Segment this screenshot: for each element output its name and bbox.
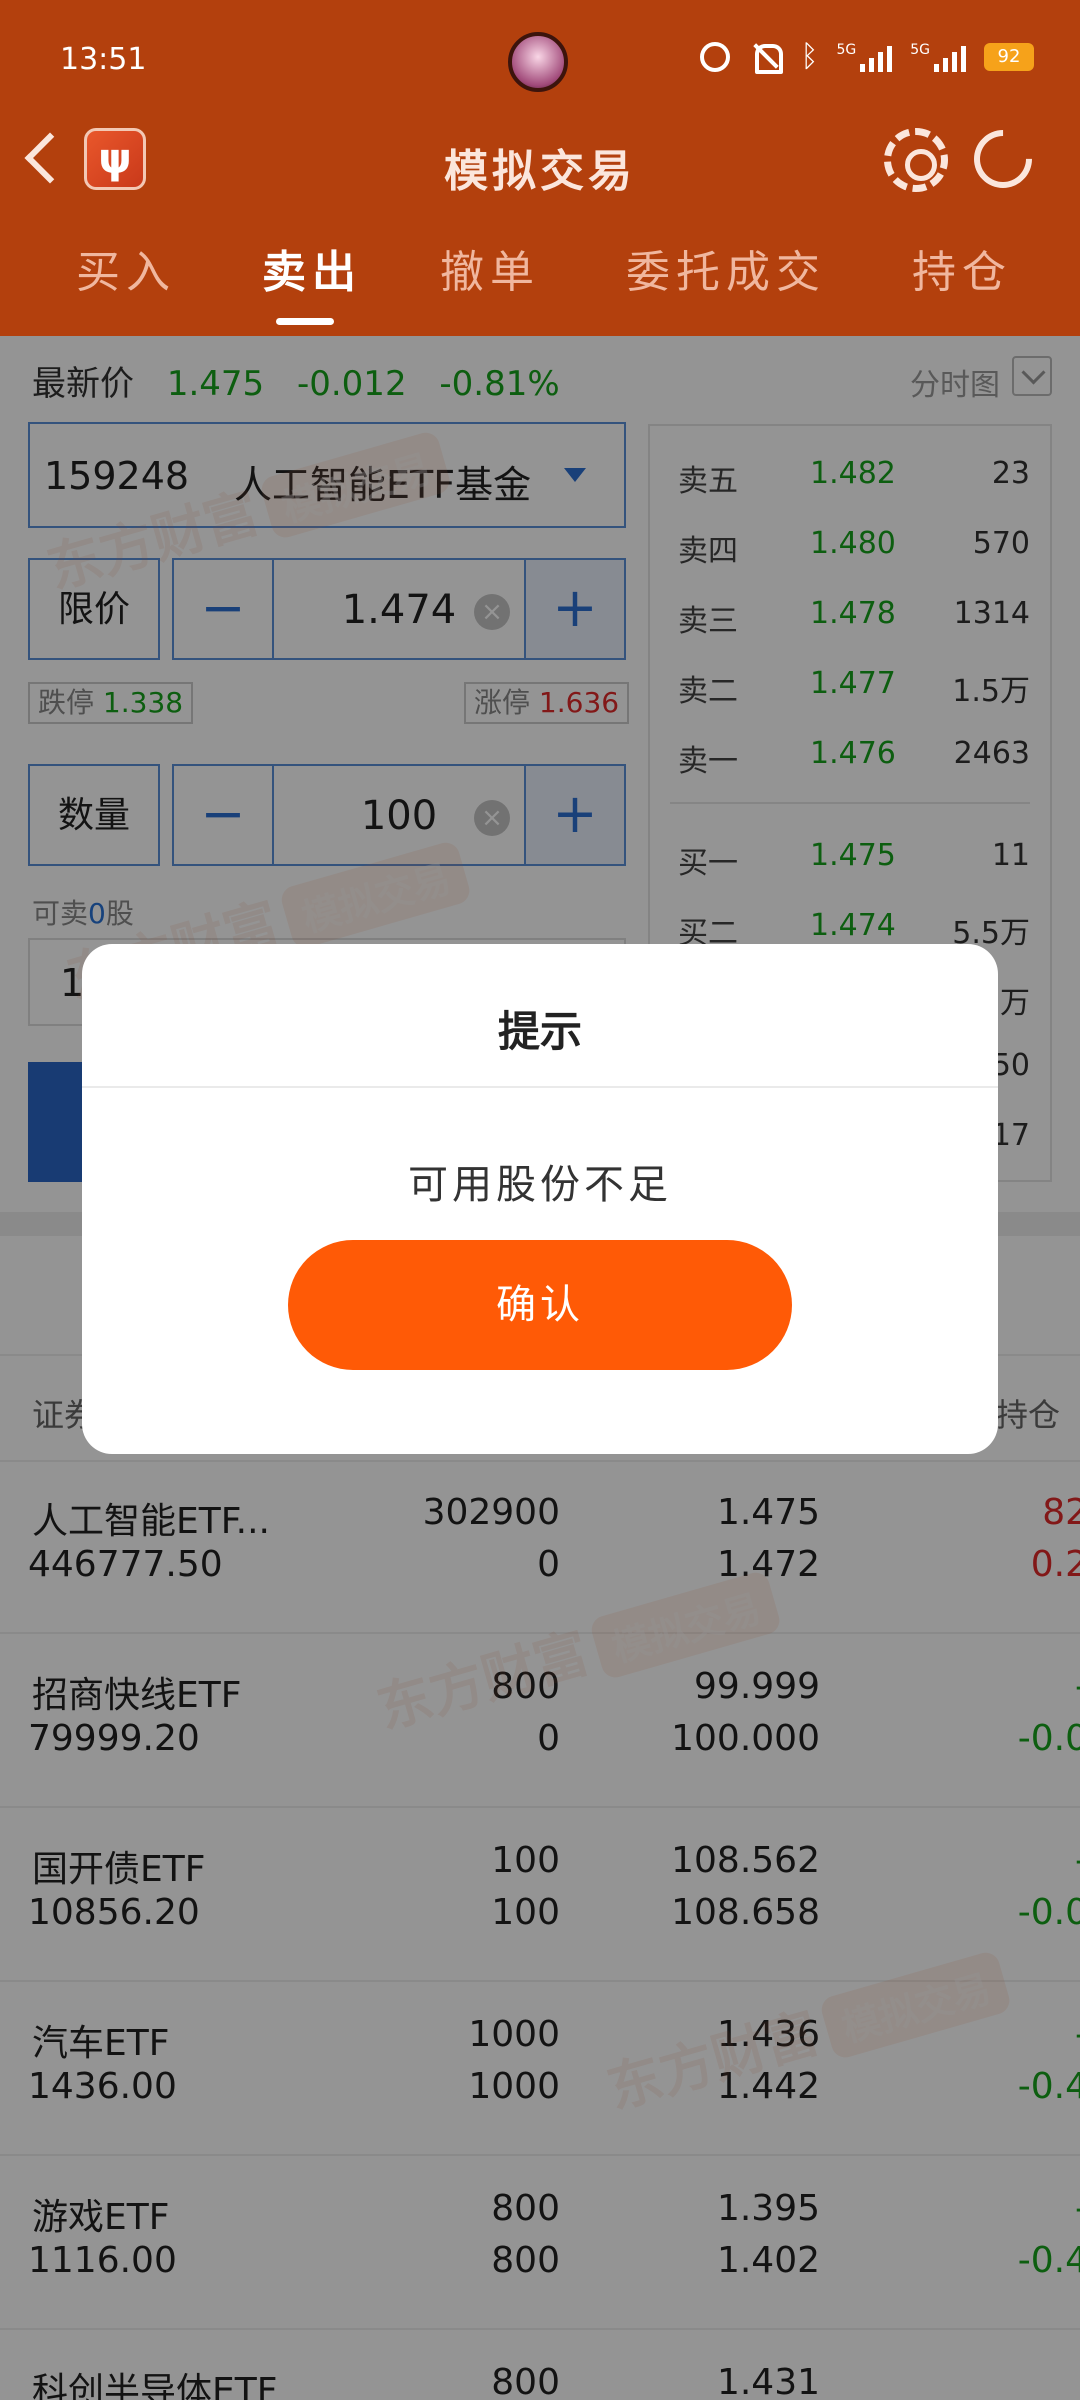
- dialog-title: 提示: [497, 1007, 582, 1056]
- tab-cancel[interactable]: 撤单: [440, 236, 540, 300]
- trade-tabs: 买入 卖出 撤单 委托成交 持仓: [0, 236, 1080, 326]
- dialog-divider: [82, 1086, 998, 1088]
- confirm-button[interactable]: 确认: [288, 1240, 792, 1370]
- signal-icon-2: 5G: [910, 42, 966, 72]
- gear-icon[interactable]: [884, 128, 948, 192]
- network-label-1: 5G: [836, 42, 857, 58]
- app-header: 13:51 ᛒ 5G 5G 92 ψ 模拟交易 买入 卖出 撤单 委托成交 持仓: [0, 0, 1080, 336]
- status-icons: ᛒ 5G 5G 92: [700, 39, 1034, 74]
- dialog-message: 可用股份不足: [408, 1162, 672, 1208]
- signal-icon-1: 5G: [836, 42, 893, 72]
- tab-buy[interactable]: 买入: [76, 236, 176, 300]
- tab-sell[interactable]: 卖出: [262, 236, 362, 300]
- mute-icon: [748, 42, 784, 74]
- status-bar: 13:51 ᛒ 5G 5G 92: [0, 0, 1080, 120]
- tab-orders[interactable]: 委托成交: [626, 236, 826, 300]
- bluetooth-icon: ᛒ: [800, 39, 819, 74]
- alarm-icon: [700, 42, 731, 72]
- status-time: 13:51: [60, 42, 147, 77]
- tab-positions[interactable]: 持仓: [912, 236, 1012, 300]
- battery-icon: 92: [984, 43, 1034, 71]
- active-tab-indicator: [276, 318, 334, 325]
- floating-avatar[interactable]: [508, 32, 568, 92]
- alert-dialog: 提示 可用股份不足 确认: [82, 944, 998, 1454]
- network-label-2: 5G: [910, 42, 930, 58]
